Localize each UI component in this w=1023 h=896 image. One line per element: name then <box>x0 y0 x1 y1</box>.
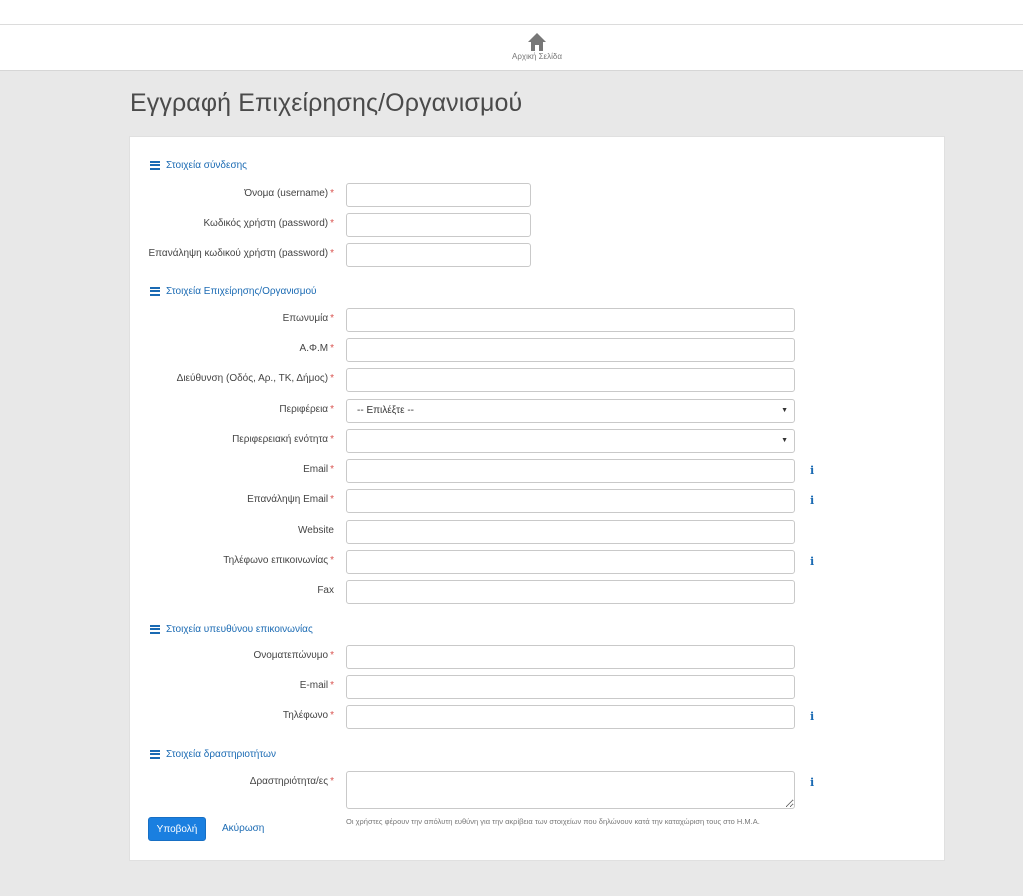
section-business-header[interactable]: Στοιχεία Επιχείρησης/Οργανισμού <box>150 285 317 297</box>
region-selected-value: -- Επιλέξτε -- <box>357 405 415 416</box>
info-icon[interactable]: i <box>810 464 814 477</box>
row-email-repeat: Επανάληψη Email * i <box>130 489 946 513</box>
phone-label: Τηλέφωνο επικοινωνίας * <box>223 555 334 566</box>
required-mark: * <box>330 434 334 445</box>
cancel-link[interactable]: Ακύρωση <box>222 823 264 834</box>
menu-bars-icon <box>150 159 160 171</box>
afm-input[interactable] <box>346 338 795 362</box>
required-mark: * <box>330 248 334 259</box>
required-mark: * <box>330 404 334 415</box>
section-login-header[interactable]: Στοιχεία σύνδεσης <box>150 159 247 171</box>
required-mark: * <box>330 373 334 384</box>
row-fax: Fax <box>130 580 946 604</box>
row-company-name: Επωνυμία * <box>130 308 946 332</box>
region-label: Περιφέρεια * <box>279 404 334 415</box>
password-input[interactable] <box>346 213 531 237</box>
submit-button[interactable]: Υποβολή <box>148 817 206 841</box>
home-link[interactable]: Αρχική Σελίδα <box>500 32 574 62</box>
required-mark: * <box>330 650 334 661</box>
company-name-label: Επωνυμία * <box>282 313 334 324</box>
menu-bars-icon <box>150 748 160 760</box>
row-website: Website <box>130 520 946 544</box>
row-password: Κωδικός χρήστη (password) * <box>130 213 946 237</box>
fax-input[interactable] <box>346 580 795 604</box>
password-label: Κωδικός χρήστη (password) * <box>203 218 334 229</box>
fax-label: Fax <box>317 585 334 596</box>
page-title: Εγγραφή Επιχείρησης/Οργανισμού <box>130 89 523 117</box>
required-mark: * <box>330 464 334 475</box>
required-mark: * <box>330 218 334 229</box>
row-regional-unit: Περιφερειακή ενότητα * ▼ <box>130 429 946 453</box>
required-mark: * <box>330 710 334 721</box>
section-login-title: Στοιχεία σύνδεσης <box>166 159 248 171</box>
row-contact-name: Ονοματεπώνυμο * <box>130 645 946 669</box>
section-contact-title: Στοιχεία υπευθύνου επικοινωνίας <box>166 623 313 635</box>
home-label: Αρχική Σελίδα <box>512 52 562 61</box>
company-name-input[interactable] <box>346 308 795 332</box>
contact-email-input[interactable] <box>346 675 795 699</box>
email-repeat-label: Επανάληψη Email * <box>247 494 334 505</box>
row-activities: Δραστηριότητα/ες * i <box>130 771 946 809</box>
section-contact-header[interactable]: Στοιχεία υπευθύνου επικοινωνίας <box>150 623 313 635</box>
contact-email-label: E-mail * <box>299 680 334 691</box>
password-repeat-label: Επανάληψη κωδικού χρήστη (password) * <box>148 248 334 259</box>
required-mark: * <box>330 188 334 199</box>
username-label: Όνομα (username) * <box>244 188 334 199</box>
activities-label: Δραστηριότητα/ες * <box>249 776 334 787</box>
address-input[interactable] <box>346 368 795 392</box>
home-icon <box>528 33 546 51</box>
section-activities-header[interactable]: Στοιχεία δραστηριοτήτων <box>150 748 276 760</box>
address-label: Διεύθυνση (Οδός, Αρ., ΤΚ, Δήμος) * <box>176 373 334 384</box>
row-password-repeat: Επανάληψη κωδικού χρήστη (password) * <box>130 243 946 267</box>
row-region: Περιφέρεια * -- Επιλέξτε -- ▼ <box>130 399 946 423</box>
regional-unit-label: Περιφερειακή ενότητα * <box>232 434 334 445</box>
required-mark: * <box>330 494 334 505</box>
chevron-down-icon: ▼ <box>781 437 788 444</box>
activities-textarea[interactable] <box>346 771 795 809</box>
registration-form: Στοιχεία σύνδεσης Όνομα (username) * Κωδι… <box>129 136 945 861</box>
info-icon[interactable]: i <box>810 710 814 723</box>
row-address: Διεύθυνση (Οδός, Αρ., ΤΚ, Δήμος) * <box>130 368 946 392</box>
regional-unit-select[interactable]: ▼ <box>346 429 795 453</box>
chevron-down-icon: ▼ <box>781 407 788 414</box>
required-mark: * <box>330 555 334 566</box>
contact-name-label: Ονοματεπώνυμο * <box>253 650 334 661</box>
contact-phone-label: Τηλέφωνο * <box>282 710 334 721</box>
info-icon[interactable]: i <box>810 555 814 568</box>
email-label: Email * <box>303 464 334 475</box>
email-input[interactable] <box>346 459 795 483</box>
section-activities-title: Στοιχεία δραστηριοτήτων <box>166 748 276 760</box>
top-bar <box>0 0 1023 25</box>
required-mark: * <box>330 776 334 787</box>
row-email: Email * i <box>130 459 946 483</box>
info-icon[interactable]: i <box>810 776 814 789</box>
nav-bar: Αρχική Σελίδα <box>0 25 1023 71</box>
password-repeat-input[interactable] <box>346 243 531 267</box>
menu-bars-icon <box>150 623 160 635</box>
disclaimer-text: Οι χρήστες φέρουν την απόλυτη ευθύνη για… <box>346 817 760 826</box>
row-phone: Τηλέφωνο επικοινωνίας * i <box>130 550 946 574</box>
email-repeat-input[interactable] <box>346 489 795 513</box>
row-contact-email: E-mail * <box>130 675 946 699</box>
menu-bars-icon <box>150 285 160 297</box>
username-input[interactable] <box>346 183 531 207</box>
info-icon[interactable]: i <box>810 494 814 507</box>
afm-label: Α.Φ.Μ * <box>299 343 334 354</box>
phone-input[interactable] <box>346 550 795 574</box>
contact-name-input[interactable] <box>346 645 795 669</box>
required-mark: * <box>330 313 334 324</box>
row-afm: Α.Φ.Μ * <box>130 338 946 362</box>
website-input[interactable] <box>346 520 795 544</box>
required-mark: * <box>330 680 334 691</box>
website-label: Website <box>298 525 334 536</box>
row-username: Όνομα (username) * <box>130 183 946 207</box>
required-mark: * <box>330 343 334 354</box>
region-select[interactable]: -- Επιλέξτε -- ▼ <box>346 399 795 423</box>
contact-phone-input[interactable] <box>346 705 795 729</box>
section-business-title: Στοιχεία Επιχείρησης/Οργανισμού <box>166 285 317 297</box>
row-contact-phone: Τηλέφωνο * i <box>130 705 946 729</box>
